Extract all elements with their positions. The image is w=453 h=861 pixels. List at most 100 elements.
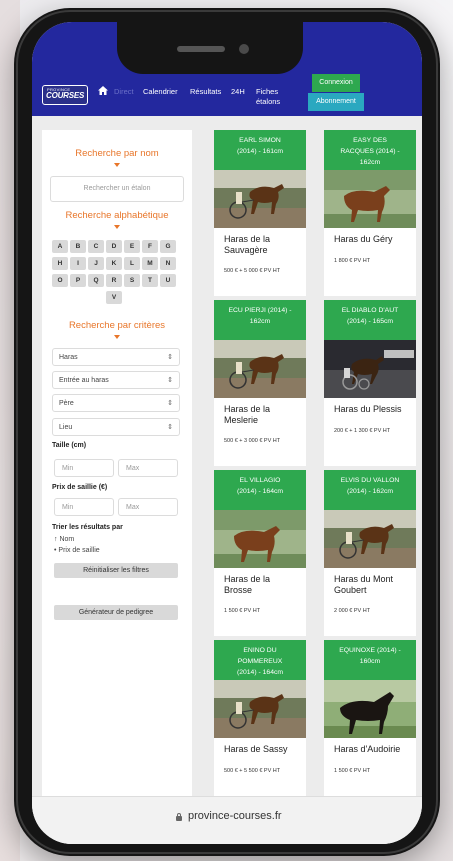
stallion-card[interactable]: ECU PIERJI (2014) - 162cm Haras de la Mesl…: [214, 300, 306, 466]
stallion-card-title[interactable]: EQUINOXE (2014) - 160cm: [324, 640, 416, 680]
select-arrows-icon: ⇕: [167, 400, 173, 407]
stallion-title-line: ECU PIERJI (2014) -: [228, 307, 292, 314]
pedigree-generator-button[interactable]: Générateur de pedigree: [54, 605, 178, 620]
select-arrows-icon: ⇕: [167, 354, 173, 361]
reset-filters-button[interactable]: Réinitialiser les filtres: [54, 563, 178, 578]
stallion-card-title[interactable]: ENINO DU POMMEREUX (2014) - 164cm: [214, 640, 306, 680]
letter-button[interactable]: M: [142, 257, 158, 270]
stallion-photo[interactable]: [214, 340, 306, 398]
stallion-card[interactable]: EQUINOXE (2014) - 160cm Haras d'Audoirie 1 …: [324, 640, 416, 806]
price-label: Prix de saillie (€): [52, 484, 108, 491]
letter-button[interactable]: L: [124, 257, 140, 270]
stallion-title-line: EL DIABLO D'AUT: [341, 307, 399, 314]
sort-by-name[interactable]: ↑ Nom: [54, 536, 74, 543]
nav-24h[interactable]: 24H: [231, 87, 245, 96]
location-select[interactable]: Lieu ⇕: [52, 418, 180, 436]
stallion-title-line: 160cm: [359, 658, 381, 665]
letter-button[interactable]: G: [160, 240, 176, 253]
letter-button[interactable]: D: [106, 240, 122, 253]
stallion-photo[interactable]: [324, 680, 416, 738]
sort-by-price[interactable]: • Prix de saillie: [54, 547, 100, 554]
stallion-card[interactable]: EL DIABLO D'AUT (2014) - 165cm Haras du Pl…: [324, 300, 416, 466]
nav-resultats[interactable]: Résultats: [190, 87, 221, 96]
caret-down-icon: [114, 225, 120, 229]
stallion-photo[interactable]: [324, 510, 416, 568]
haras-name: Haras du Plessis: [334, 404, 402, 414]
letter-button[interactable]: S: [124, 274, 140, 287]
haras-name: Haras du Géry: [334, 234, 393, 244]
home-icon[interactable]: [98, 86, 108, 95]
letter-button[interactable]: N: [160, 257, 176, 270]
service-price: 500 € + 3 000 € PV HT: [224, 438, 281, 444]
letter-button[interactable]: T: [142, 274, 158, 287]
haras-name: Haras de la Meslerie: [224, 404, 271, 425]
stallion-photo[interactable]: [214, 510, 306, 568]
stallion-card-title[interactable]: EL VILLAGIO (2014) - 164cm: [214, 470, 306, 510]
service-price: 500 € + 5 500 € PV HT: [224, 768, 281, 774]
browser-url-bar[interactable]: province-courses.fr: [32, 796, 422, 844]
price-min-input[interactable]: Min: [54, 498, 114, 516]
stallion-photo[interactable]: [214, 170, 306, 228]
stallion-title-line: RACQUES (2014) -: [340, 148, 400, 155]
price-max-input[interactable]: Max: [118, 498, 178, 516]
stallion-card-title[interactable]: ELVIS DU VALLON (2014) - 162cm: [324, 470, 416, 510]
logo-main-text: COURSES: [46, 91, 85, 100]
stallion-photo[interactable]: [324, 170, 416, 228]
sort-by-price-label: Prix de saillie: [58, 547, 100, 554]
site-logo[interactable]: PROVINCE COURSES: [42, 85, 88, 105]
haras-select[interactable]: Haras ⇕: [52, 348, 180, 366]
service-price: 2 000 € PV HT: [334, 608, 371, 614]
stallion-card[interactable]: ENINO DU POMMEREUX (2014) - 164cm Haras de …: [214, 640, 306, 806]
stallion-card[interactable]: EARL SIMON (2014) - 161cm Haras de la Sauv…: [214, 130, 306, 296]
stallion-photo[interactable]: [324, 340, 416, 398]
letter-button[interactable]: P: [70, 274, 86, 287]
nav-direct[interactable]: Direct: [114, 87, 134, 96]
select-arrows-icon: ⇕: [167, 424, 173, 431]
stallion-card-title[interactable]: EASY DES RACQUES (2014) - 162cm: [324, 130, 416, 170]
letter-button[interactable]: J: [88, 257, 104, 270]
letter-button[interactable]: B: [70, 240, 86, 253]
stallion-card-title[interactable]: EL DIABLO D'AUT (2014) - 165cm: [324, 300, 416, 340]
stallion-title-line: POMMEREUX: [237, 658, 283, 665]
stallion-title-line: 162cm: [359, 159, 381, 166]
letter-button[interactable]: V: [106, 291, 122, 304]
stallion-title-line: (2014) - 164cm: [236, 488, 284, 495]
caret-down-icon: [114, 163, 120, 167]
service-price: 1 500 € PV HT: [224, 608, 261, 614]
letter-button[interactable]: U: [160, 274, 176, 287]
entry-select[interactable]: Entrée au haras ⇕: [52, 371, 180, 389]
letter-button[interactable]: C: [88, 240, 104, 253]
caret-down-icon: [114, 335, 120, 339]
subscribe-button[interactable]: Abonnement: [308, 93, 364, 111]
sire-select-value: Père: [59, 400, 74, 407]
letter-button[interactable]: K: [106, 257, 122, 270]
stallion-title-line: EARL SIMON: [239, 137, 281, 144]
letter-button[interactable]: H: [52, 257, 68, 270]
stallion-photo[interactable]: [214, 680, 306, 738]
letter-button[interactable]: E: [124, 240, 140, 253]
nav-etalons[interactable]: étalons: [256, 97, 280, 106]
size-min-input[interactable]: Min: [54, 459, 114, 477]
login-button[interactable]: Connexion: [312, 74, 360, 92]
stallion-card-title[interactable]: EARL SIMON (2014) - 161cm: [214, 130, 306, 170]
sire-select[interactable]: Père ⇕: [52, 394, 180, 412]
letter-button[interactable]: A: [52, 240, 68, 253]
size-max-input[interactable]: Max: [118, 459, 178, 477]
nav-fiches[interactable]: Fiches: [256, 87, 278, 96]
stallion-card[interactable]: EASY DES RACQUES (2014) - 162cm Haras du Gé…: [324, 130, 416, 296]
size-label: Taille (cm): [52, 442, 87, 449]
stallion-card[interactable]: ELVIS DU VALLON (2014) - 162cm Haras du Mo…: [324, 470, 416, 636]
stallion-card-title[interactable]: ECU PIERJI (2014) - 162cm: [214, 300, 306, 340]
letter-button[interactable]: I: [70, 257, 86, 270]
letter-button[interactable]: Q: [88, 274, 104, 287]
select-arrows-icon: ⇕: [167, 377, 173, 384]
stallion-title-line: (2014) - 165cm: [346, 318, 394, 325]
letter-button[interactable]: F: [142, 240, 158, 253]
service-price: 1 800 € PV HT: [334, 258, 371, 264]
nav-calendrier[interactable]: Calendrier: [143, 87, 178, 96]
letter-button[interactable]: O: [52, 274, 68, 287]
stallion-card[interactable]: EL VILLAGIO (2014) - 164cm Haras de la Bro…: [214, 470, 306, 636]
letter-button[interactable]: R: [106, 274, 122, 287]
stallion-search-input[interactable]: Rechercher un étalon: [50, 176, 184, 202]
phone-screen: PROVINCE COURSES Direct Calendrier Résul…: [32, 22, 422, 844]
